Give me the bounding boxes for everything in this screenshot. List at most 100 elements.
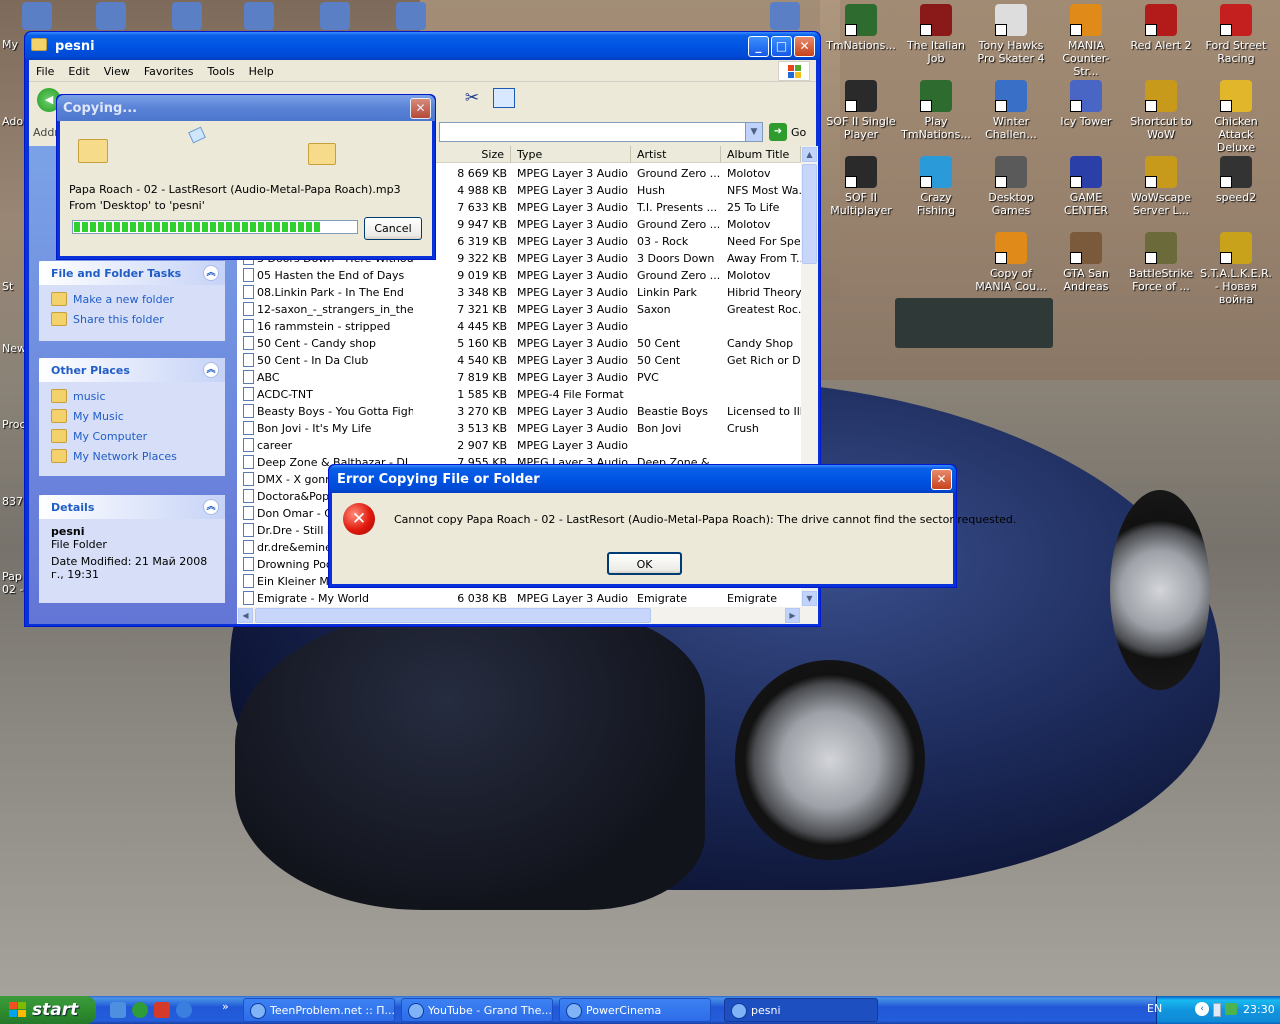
menu-file[interactable]: File [29,60,61,78]
desktop-shortcut-label[interactable]: 837 [2,495,24,508]
desktop-shortcut[interactable]: Crazy Fishing [900,156,972,217]
file-row[interactable]: ACDC-TNT 1 585 KB MPEG-4 File Format [237,386,797,403]
desktop-shortcut-label[interactable]: St [2,280,24,293]
place-link[interactable]: My Computer [39,426,225,446]
panel-header[interactable]: Other Places ︽ [39,358,225,382]
panel-header[interactable]: File and Folder Tasks ︽ [39,261,225,285]
desktop-shortcut[interactable]: Copy of MANIA Cou... [975,232,1047,293]
menu-edit[interactable]: Edit [61,60,96,78]
file-row[interactable]: Beasty Boys - You Gotta Fight 3 270 KB MPE… [237,403,803,420]
go-button[interactable]: ➜ Go [769,123,817,143]
desktop-shortcut[interactable]: Shortcut to WoW [1125,80,1197,141]
desktop-shortcut[interactable]: TmNations... [825,4,897,52]
desktop-shortcut-label[interactable]: My [2,38,24,51]
close-button[interactable]: ✕ [410,98,431,119]
desktop-shortcut-icon[interactable] [244,2,274,30]
desktop-shortcut[interactable]: SOF II Multiplayer [825,156,897,217]
column-header-artist[interactable]: Artist [631,146,721,163]
cancel-button[interactable]: Cancel [364,217,422,240]
desktop-shortcut[interactable]: Chicken Attack Deluxe [1200,80,1272,154]
start-button[interactable]: start [0,996,96,1024]
desktop-shortcut[interactable]: Icy Tower [1050,80,1122,128]
desktop-shortcut[interactable]: S.T.A.L.K.E.R. - Новая война [1200,232,1272,306]
error-titlebar[interactable]: Error Copying File or Folder ✕ [329,465,956,493]
maximize-button[interactable]: □ [771,36,792,57]
desktop-shortcut[interactable]: BattleStrike Force of ... [1125,232,1197,293]
place-link[interactable]: My Music [39,406,225,426]
network-icon[interactable] [1225,1003,1237,1015]
task-link[interactable]: Share this folder [39,309,225,329]
close-button[interactable]: ✕ [931,469,952,490]
horizontal-scroll-thumb[interactable] [255,608,651,623]
menu-help[interactable]: Help [242,60,281,78]
ok-button[interactable]: OK [607,552,682,575]
menu-favorites[interactable]: Favorites [137,60,201,78]
taskbar-task-button[interactable]: PowerCinema [559,998,711,1022]
desktop-shortcut-icon[interactable] [770,2,800,30]
column-header-album[interactable]: Album Title [721,146,801,163]
file-row[interactable]: 16 rammstein - stripped 4 445 KB MPEG Laye… [237,318,797,335]
file-row[interactable]: 05 Hasten the End of Days 9 019 KB MPEG La… [237,267,797,284]
menu-tools[interactable]: Tools [201,60,242,78]
views-icon[interactable] [493,88,515,108]
desktop-shortcut[interactable]: SOF II Single Player [825,80,897,141]
quick-launch-app-icon[interactable] [154,1002,170,1018]
desktop-shortcut[interactable]: MANIA Counter-Str... [1050,4,1122,78]
vertical-scroll-thumb[interactable] [802,164,817,264]
usb-icon[interactable] [1213,1003,1221,1017]
desktop-shortcut-icon[interactable] [396,2,426,30]
scroll-left-arrow-icon[interactable]: ◀ [238,608,253,623]
desktop-shortcut[interactable]: Ford Street Racing [1200,4,1272,65]
desktop-shortcut-icon[interactable] [172,2,202,30]
panel-header[interactable]: Details ︽ [39,495,225,519]
file-row[interactable]: ABC 7 819 KB MPEG Layer 3 Audio... PVC [237,369,797,386]
quick-launch-chevron-icon[interactable]: » [222,1000,229,1013]
desktop-shortcut[interactable]: Play TmNations... [900,80,972,141]
desktop-shortcut-icon[interactable] [96,2,126,30]
file-row[interactable]: career 2 907 KB MPEG Layer 3 Audio... [237,437,797,454]
collapse-chevron-icon[interactable]: ︽ [203,265,219,281]
taskbar-task-button[interactable]: YouTube - Grand The... [401,998,553,1022]
clock[interactable]: 23:30 [1243,1003,1275,1016]
desktop-shortcut[interactable]: GAME CENTER [1050,156,1122,217]
scroll-right-arrow-icon[interactable]: ▶ [785,608,800,623]
place-link[interactable]: music [39,386,225,406]
desktop-shortcut-icon[interactable] [22,2,52,30]
file-row[interactable]: 50 Cent - In Da Club 4 540 KB MPEG Layer 3… [237,352,803,369]
desktop-shortcut[interactable]: GTA San Andreas [1050,232,1122,293]
taskbar-task-button[interactable]: TeenProblem.net :: П... [243,998,395,1022]
internet-explorer-icon[interactable] [176,1002,192,1018]
file-row[interactable]: 12-saxon_-_strangers_in_the... 7 321 KB MP… [237,301,803,318]
cut-icon[interactable]: ✂ [461,88,483,110]
file-row[interactable]: Emigrate - My World 6 038 KB MPEG Layer 3 … [237,590,797,607]
copying-titlebar[interactable]: Copying... ✕ [57,95,435,121]
desktop-shortcut[interactable]: Winter Challen... [975,80,1047,141]
horizontal-scrollbar[interactable]: ◀ ▶ [237,607,818,624]
task-link[interactable]: Make a new folder [39,289,225,309]
collapse-chevron-icon[interactable]: ︽ [203,362,219,378]
desktop-shortcut-label[interactable]: Ado [2,115,24,128]
desktop-shortcut[interactable]: WoWscape Server L... [1125,156,1197,217]
desktop-shortcut-label[interactable]: Proc [2,418,24,431]
chevron-down-icon[interactable]: ▼ [745,123,762,141]
file-row[interactable]: 50 Cent - Candy shop 5 160 KB MPEG Layer 3… [237,335,797,352]
desktop-shortcut[interactable]: The Italian Job [900,4,972,65]
desktop-shortcut-icon[interactable] [320,2,350,30]
file-row[interactable]: Bon Jovi - It's My Life 3 513 KB MPEG Laye… [237,420,797,437]
scroll-down-arrow-icon[interactable]: ▼ [802,591,817,606]
minimize-button[interactable]: _ [748,36,769,57]
desktop-shortcut[interactable]: Desktop Games [975,156,1047,217]
explorer-titlebar[interactable]: pesni _ □ ✕ [25,32,820,60]
desktop-shortcut[interactable]: speed2 [1200,156,1272,204]
address-input[interactable]: ▼ [439,122,763,142]
place-link[interactable]: My Network Places [39,446,225,466]
language-indicator[interactable]: EN [1147,1002,1162,1015]
desktop-shortcut-label[interactable]: Pap 02 - [2,570,24,596]
tray-expand-icon[interactable]: ‹ [1195,1002,1209,1016]
scroll-up-arrow-icon[interactable]: ▲ [802,147,817,162]
menu-view[interactable]: View [97,60,137,78]
desktop-shortcut[interactable]: Red Alert 2 [1125,4,1197,52]
file-row[interactable]: 08.Linkin Park - In The End 3 348 KB MPEG … [237,284,802,301]
column-header-type[interactable]: Type [511,146,631,163]
desktop-shortcut[interactable]: Tony Hawks Pro Skater 4 [975,4,1047,65]
